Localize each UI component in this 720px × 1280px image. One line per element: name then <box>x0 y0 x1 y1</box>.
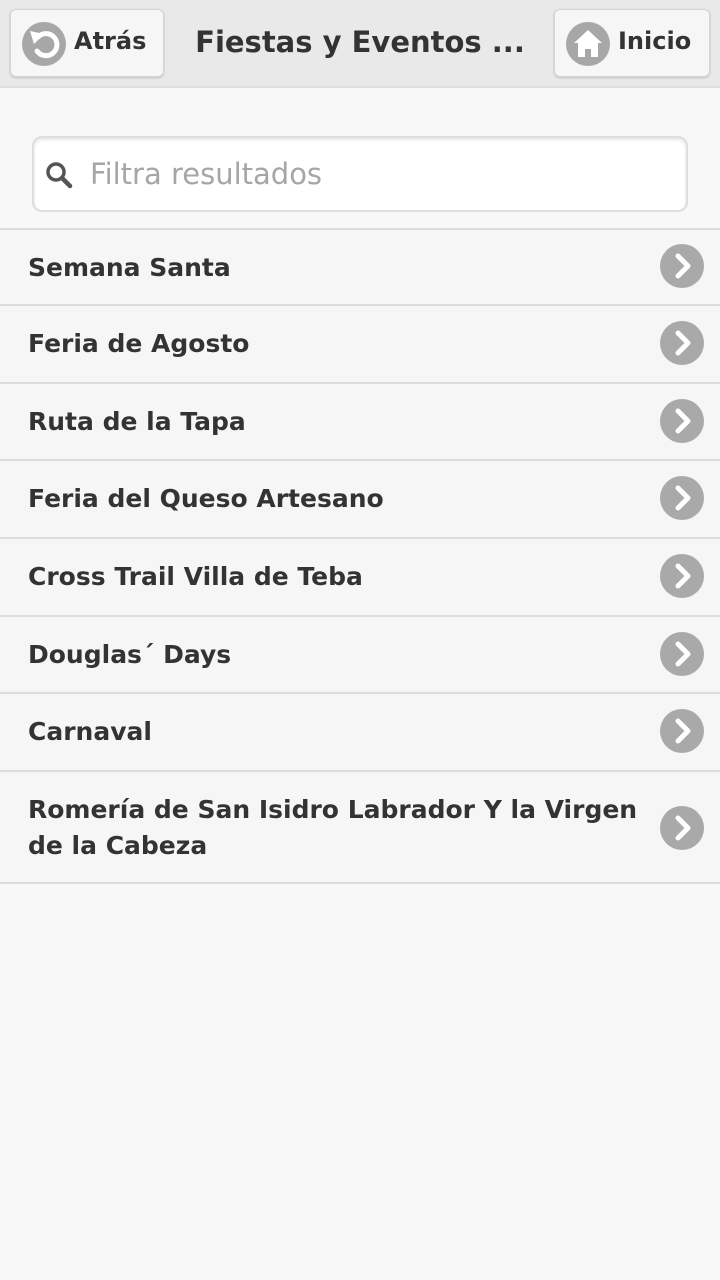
header-bar: Atrás Fiestas y Eventos ... Inicio <box>0 0 720 88</box>
list-item-label: Feria del Queso Artesano <box>28 484 384 513</box>
list-item[interactable]: Feria del Queso Artesano <box>0 461 720 539</box>
chevron-right-icon <box>660 244 704 288</box>
chevron-right-icon <box>660 476 704 520</box>
undo-arrow-icon <box>22 22 66 66</box>
search-input[interactable] <box>90 148 670 200</box>
chevron-right-icon <box>660 554 704 598</box>
search-icon <box>46 162 73 189</box>
list-item[interactable]: Carnaval <box>0 694 720 772</box>
home-button-label: Inicio <box>618 27 692 55</box>
chevron-right-icon <box>660 632 704 676</box>
list-item[interactable]: Feria de Agosto <box>0 306 720 384</box>
list-item[interactable]: Cross Trail Villa de Teba <box>0 539 720 617</box>
list-item-label: Carnaval <box>28 717 152 746</box>
search-box <box>32 136 688 212</box>
list-item-label: Romería de San Isidro Labrador Y la Virg… <box>28 795 638 860</box>
list-item[interactable]: Ruta de la Tapa <box>0 384 720 461</box>
list-item[interactable]: Douglas´ Days <box>0 617 720 694</box>
home-icon <box>566 22 610 66</box>
chevron-right-icon <box>660 709 704 753</box>
list-item-label: Cross Trail Villa de Teba <box>28 562 363 591</box>
page-title: Fiestas y Eventos ... <box>195 25 525 59</box>
home-button[interactable]: Inicio <box>554 9 710 77</box>
list-item[interactable]: Romería de San Isidro Labrador Y la Virg… <box>0 772 720 884</box>
list-item[interactable]: Semana Santa <box>0 230 720 306</box>
back-button-label: Atrás <box>74 27 147 55</box>
back-button[interactable]: Atrás <box>10 9 164 77</box>
chevron-right-icon <box>660 399 704 443</box>
list-item-label: Feria de Agosto <box>28 329 250 358</box>
chevron-right-icon <box>660 321 704 365</box>
list-item-label: Ruta de la Tapa <box>28 407 246 436</box>
list-item-label: Douglas´ Days <box>28 640 232 669</box>
chevron-right-icon <box>660 806 704 850</box>
events-list: Semana Santa Feria de Agosto Ruta de la … <box>0 228 720 884</box>
list-item-label: Semana Santa <box>28 253 231 282</box>
